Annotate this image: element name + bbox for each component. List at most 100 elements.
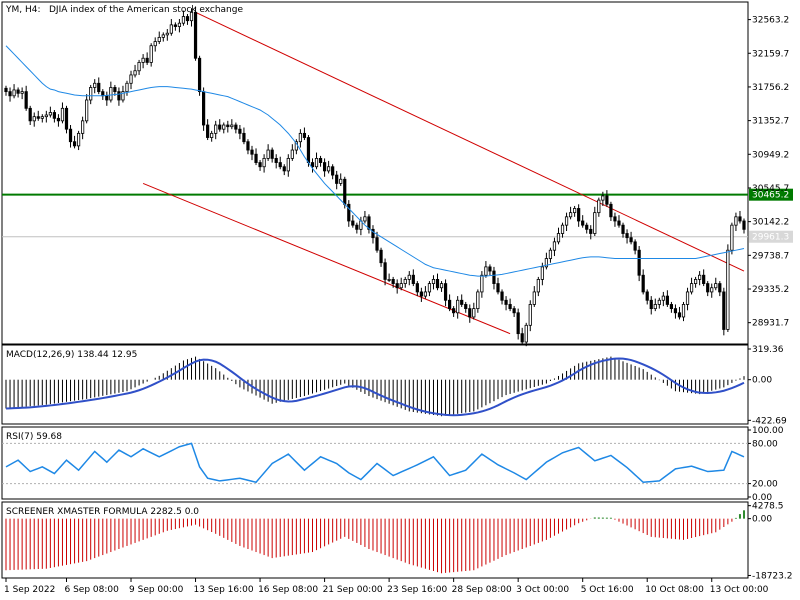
candle-body (496, 283, 500, 293)
channel-upper-line (195, 11, 745, 272)
candle-body (536, 279, 540, 293)
candle-body (16, 89, 20, 94)
candle-body (480, 274, 484, 293)
candle-body (274, 157, 278, 163)
candle-body (4, 87, 8, 93)
candle-body (601, 195, 605, 201)
candle-body (242, 132, 246, 143)
candle-body (226, 124, 230, 128)
candle-body (68, 128, 73, 143)
candle-body (210, 132, 214, 138)
candle-body (395, 283, 399, 289)
screener-axis: 4278.5 0.00 -18723.2 (748, 502, 792, 581)
candle-body (492, 270, 496, 284)
candle-body (8, 91, 12, 97)
axis-tick-label: 28931.7 (752, 319, 789, 329)
candle-body (399, 283, 403, 289)
candle-body (669, 304, 674, 310)
time-tick-label: 3 Oct 00:00 (516, 585, 569, 595)
candle-body (129, 74, 133, 84)
time-tick-label: 23 Sep 16:00 (387, 585, 447, 595)
time-tick-label: 6 Sep 08:00 (64, 585, 119, 595)
candle-body (427, 283, 432, 293)
candle-body (609, 203, 613, 218)
candle-body (32, 116, 36, 122)
candle-body (702, 274, 706, 284)
screener-title: SCREENER XMASTER FORMULA 2282.5 0.0 (6, 507, 199, 517)
candle-body (105, 95, 109, 101)
candle-body (411, 274, 415, 284)
candle-body (133, 70, 137, 76)
candle-body (625, 233, 629, 239)
candle-body (44, 114, 48, 118)
candle-body (64, 107, 69, 130)
candle-body (258, 162, 262, 168)
candle-body (238, 128, 242, 134)
candle-body (613, 216, 617, 222)
axis-tick-label: 30949.2 (752, 150, 789, 160)
candle-body (633, 241, 637, 251)
candle-body (577, 208, 581, 222)
candle-body (585, 224, 589, 230)
candle-body (254, 153, 258, 163)
candle-body (443, 283, 448, 301)
candle-body (355, 224, 359, 230)
macd-signal-line (5, 357, 745, 417)
candle-body (335, 174, 339, 184)
candle-body (524, 324, 528, 343)
candle-body (24, 91, 28, 109)
time-tick-label: 28 Sep 08:00 (452, 585, 512, 595)
candle-body (464, 304, 468, 310)
candle-body (36, 116, 40, 119)
candle-body (383, 262, 387, 280)
candle-body (706, 283, 710, 293)
candle-body (141, 57, 145, 63)
candle-body (605, 195, 609, 205)
candle-body (202, 91, 206, 126)
candle-body (28, 107, 32, 122)
candle-body (552, 241, 557, 251)
candle-body (520, 333, 524, 343)
candle-body (48, 112, 52, 116)
candle-body (185, 16, 190, 22)
candle-body (573, 208, 577, 214)
candle-body (60, 107, 65, 122)
descending-channel (142, 11, 745, 335)
axis-tick-label: 4278.5 (752, 502, 784, 512)
macd-axis: 319.36 0.00 -422.69 (748, 345, 787, 426)
candle-body (197, 57, 202, 93)
candle-body (230, 124, 234, 128)
macd-title: MACD(12,26,9) 138.44 12.95 (6, 350, 137, 360)
axis-tick-label: 32563.2 (752, 16, 789, 26)
time-tick-label: 10 Oct 08:00 (645, 585, 704, 595)
candle-body (290, 149, 294, 159)
candle-body (181, 16, 186, 24)
candle-body (218, 124, 222, 130)
candle-body (161, 34, 165, 38)
candle-body (528, 304, 532, 326)
candle-body (270, 149, 274, 159)
candle-body (689, 283, 694, 293)
candle-body (419, 291, 423, 297)
candle-body (318, 157, 323, 163)
candle-body (375, 237, 379, 251)
candle-body (52, 112, 56, 119)
candle-body (629, 237, 633, 243)
candle-body (322, 162, 327, 172)
candle-body (532, 291, 536, 305)
candle-body (597, 199, 601, 214)
candle-body (97, 82, 101, 93)
candle-body (310, 162, 315, 168)
candle-body (20, 91, 24, 94)
axis-tick-label: -18723.2 (752, 571, 792, 581)
candle-body (698, 274, 702, 280)
candle-body (694, 279, 698, 284)
candle-body (173, 24, 177, 27)
candle-body (407, 274, 411, 280)
candle-body (456, 299, 460, 314)
candle-body (730, 224, 734, 251)
axis-tick-label: 319.36 (752, 345, 784, 355)
candle-body (327, 166, 331, 172)
candle-body (234, 124, 238, 130)
candle-body (101, 91, 105, 97)
